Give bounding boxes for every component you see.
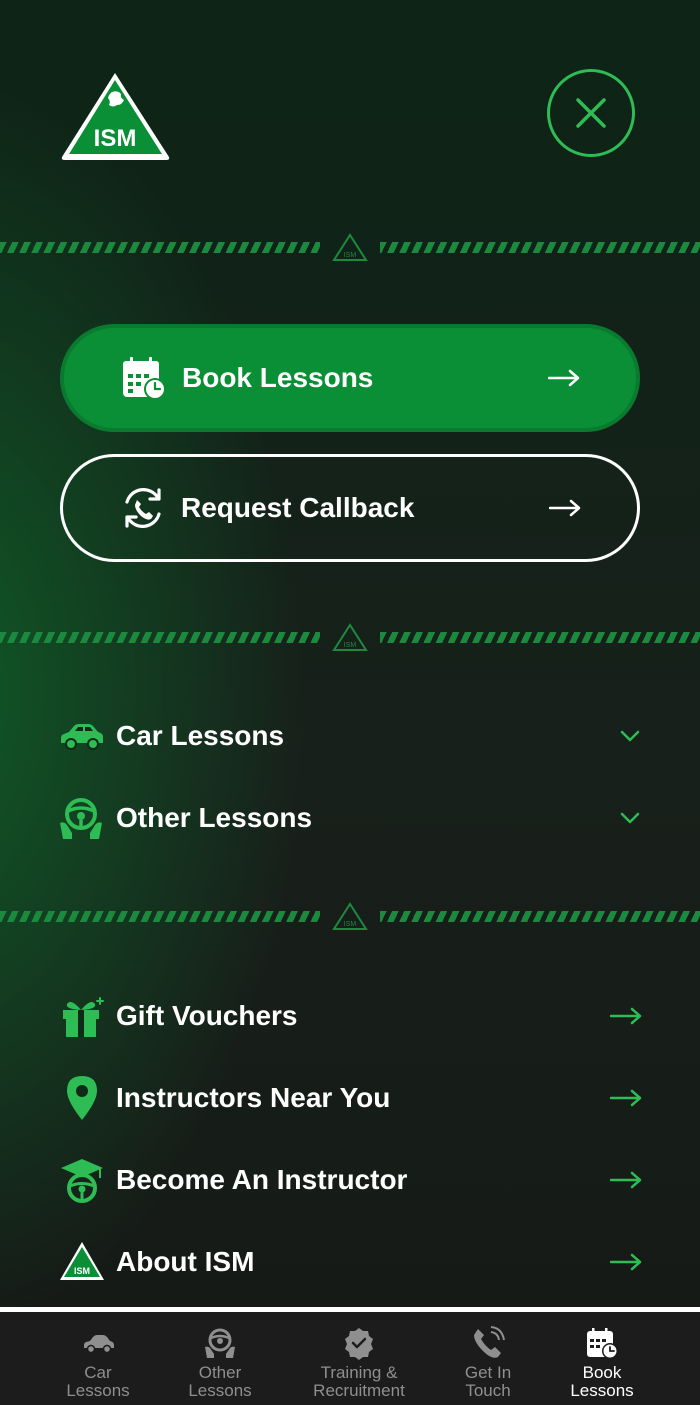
ism-logo-icon[interactable]: ISM (58, 70, 173, 162)
section-divider: ISM (0, 902, 700, 930)
gift-icon (63, 997, 104, 1037)
nav-item-other-lessons[interactable]: Other Lessons (160, 1312, 280, 1405)
calendar-clock-icon (123, 357, 166, 400)
become-an-instructor-link[interactable]: Become An Instructor (58, 1148, 642, 1212)
steering-wheel-hands-icon (60, 798, 102, 839)
car-icon (61, 724, 103, 750)
menu-screen: ISM ISM Book Lessons Request Callback IS… (0, 0, 700, 1405)
steering-wheel-hands-icon (205, 1328, 235, 1358)
ism-triangle-icon: ISM (332, 233, 368, 261)
book-lessons-label: Book Lessons (182, 362, 374, 393)
request-callback-label: Request Callback (181, 492, 415, 523)
arrow-right-icon (548, 369, 580, 387)
nav-label: Car Lessons (66, 1363, 130, 1400)
nav-label: Training & Recruitment (313, 1363, 405, 1400)
map-pin-icon (67, 1076, 97, 1120)
chevron-down-icon (620, 812, 640, 824)
arrow-right-icon (610, 1007, 642, 1025)
svg-text:ISM: ISM (344, 642, 357, 649)
phone-refresh-icon (125, 488, 161, 528)
nav-item-book-lessons[interactable]: Book Lessons (552, 1312, 652, 1405)
gift-vouchers-label: Gift Vouchers (116, 1000, 298, 1031)
book-lessons-button[interactable]: Book Lessons (60, 324, 640, 432)
nav-item-training-recruitment[interactable]: Training & Recruitment (294, 1312, 424, 1405)
ism-triangle-icon: ISM (60, 1242, 104, 1280)
other-lessons-accordion[interactable]: Other Lessons (58, 788, 642, 848)
svg-text:ISM: ISM (344, 921, 357, 928)
arrow-right-icon (549, 499, 581, 517)
ism-triangle-icon: ISM (332, 902, 368, 930)
nav-label: Get In Touch (464, 1363, 512, 1400)
section-divider: ISM (0, 623, 700, 651)
svg-text:ISM: ISM (344, 252, 357, 259)
verified-badge-icon (345, 1328, 373, 1360)
phone-icon (474, 1326, 505, 1358)
arrow-right-icon (610, 1171, 642, 1189)
svg-text:ISM: ISM (94, 125, 137, 152)
nav-item-car-lessons[interactable]: Car Lessons (38, 1312, 158, 1405)
ism-triangle-icon: ISM (332, 623, 368, 651)
car-icon (84, 1335, 114, 1354)
request-callback-button[interactable]: Request Callback (60, 454, 640, 562)
instructors-near-you-link[interactable]: Instructors Near You (58, 1066, 642, 1130)
close-button[interactable] (547, 69, 635, 157)
calendar-clock-icon (587, 1328, 618, 1359)
gift-vouchers-link[interactable]: Gift Vouchers (58, 984, 642, 1048)
svg-text:ISM: ISM (74, 1266, 90, 1276)
bottom-nav-bar: Car Lessons Other Lessons Training & Rec… (0, 1307, 700, 1405)
nav-label: Other Lessons (188, 1363, 252, 1400)
about-ism-label: About ISM (116, 1246, 255, 1277)
chevron-down-icon (620, 730, 640, 742)
close-icon (576, 98, 606, 128)
other-lessons-label: Other Lessons (116, 802, 313, 833)
graduation-wheel-icon (61, 1159, 103, 1203)
instructors-near-you-label: Instructors Near You (116, 1082, 391, 1113)
nav-label: Book Lessons (570, 1363, 634, 1400)
car-lessons-label: Car Lessons (116, 720, 285, 751)
section-divider: ISM (0, 233, 700, 261)
become-an-instructor-label: Become An Instructor (116, 1164, 408, 1195)
car-lessons-accordion[interactable]: Car Lessons (58, 706, 642, 766)
arrow-right-icon (610, 1253, 642, 1271)
arrow-right-icon (610, 1089, 642, 1107)
nav-item-get-in-touch[interactable]: Get In Touch (438, 1312, 538, 1405)
about-ism-link[interactable]: ISM About ISM (58, 1230, 642, 1294)
